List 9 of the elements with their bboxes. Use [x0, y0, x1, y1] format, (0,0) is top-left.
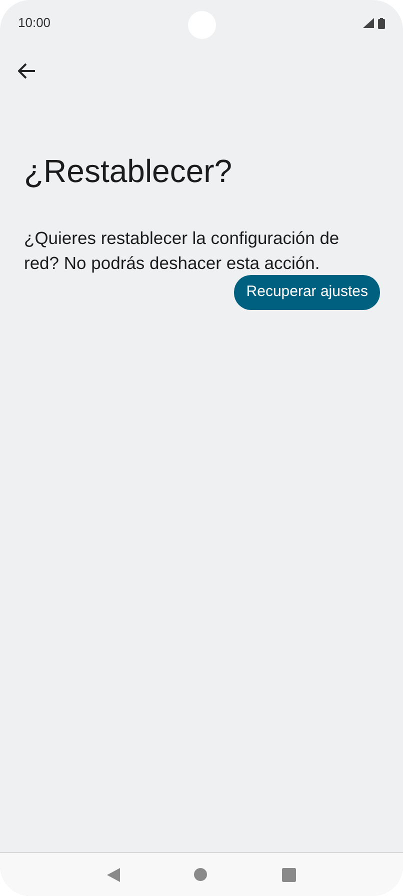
reset-button[interactable]: Recuperar ajustes [234, 275, 380, 310]
page-title: ¿Restablecer? [24, 152, 234, 190]
battery-icon [378, 18, 385, 28]
back-nav-icon[interactable] [107, 868, 120, 882]
message-text: ¿Quieres restablecer la configuración de red? No podrás deshacer esta acción. [24, 227, 340, 275]
home-nav-icon[interactable] [194, 868, 208, 881]
signal-icon [363, 18, 374, 28]
status-time: 10:00 [18, 14, 51, 32]
recents-nav-icon[interactable] [282, 868, 296, 882]
